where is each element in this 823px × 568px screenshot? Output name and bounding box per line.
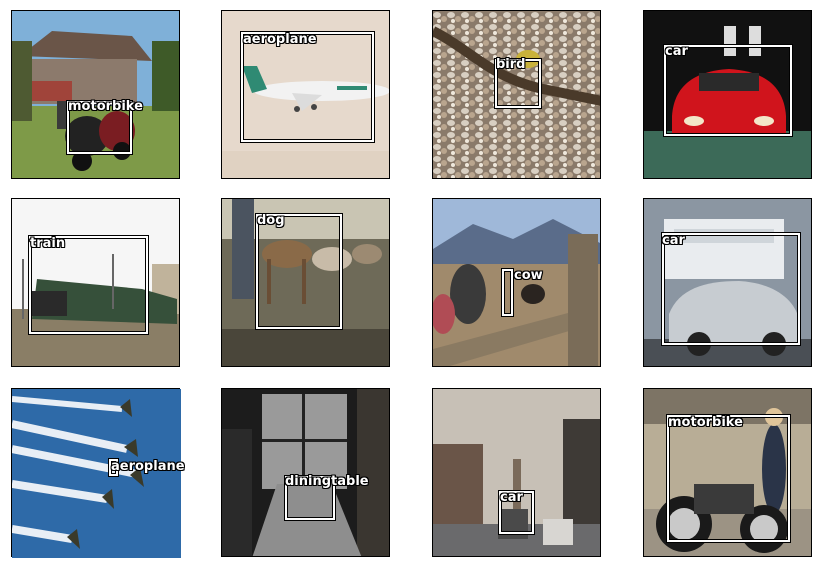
class-label: motorbike xyxy=(68,99,143,114)
class-label: motorbike xyxy=(668,415,743,430)
image-panel-1: motorbike xyxy=(11,10,180,179)
image-panel-8: car xyxy=(643,198,812,367)
scene-dining-room xyxy=(222,389,389,556)
image-panel-2: aeroplane xyxy=(221,10,390,179)
bounding-box xyxy=(666,414,791,543)
image-panel-10: diningtable xyxy=(221,388,390,557)
class-label: car xyxy=(500,490,523,505)
image-panel-6: dog xyxy=(221,198,390,367)
image-panel-7: cow xyxy=(432,198,601,367)
image-panel-12: motorbike xyxy=(643,388,812,557)
class-label: car xyxy=(662,233,685,248)
class-label: car xyxy=(665,44,688,59)
bounding-box xyxy=(661,232,801,346)
image-panel-9: aeroplane xyxy=(11,388,185,558)
bounding-box xyxy=(501,268,514,317)
class-label: aeroplane xyxy=(111,459,185,474)
image-panel-3: bird xyxy=(432,10,601,179)
scene-field xyxy=(433,199,600,366)
class-label: train xyxy=(30,236,66,251)
image-panel-5: train xyxy=(11,198,180,367)
class-label: bird xyxy=(496,57,526,72)
class-label: diningtable xyxy=(285,474,369,489)
class-label: dog xyxy=(257,213,285,228)
class-label: aeroplane xyxy=(243,32,317,47)
image-panel-11: car xyxy=(432,388,601,557)
bounding-box xyxy=(240,31,375,143)
image-panel-4: car xyxy=(643,10,812,179)
class-label: cow xyxy=(514,268,543,283)
bounding-box xyxy=(255,213,343,330)
